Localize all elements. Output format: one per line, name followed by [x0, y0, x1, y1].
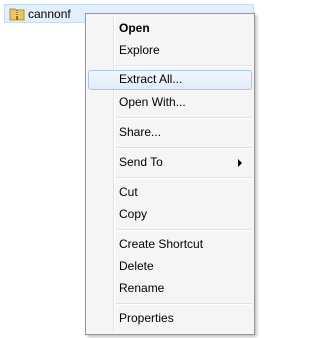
menu-item-open-with[interactable]: Open With... [88, 93, 252, 113]
menu-item-create-shortcut[interactable]: Create Shortcut [88, 235, 252, 255]
menu-separator [116, 147, 252, 149]
menu-item-extract-all[interactable]: Extract All... [88, 70, 252, 90]
menu-item-properties[interactable]: Properties [88, 309, 252, 329]
menu-separator [116, 177, 252, 179]
menu-item-explore[interactable]: Explore [88, 41, 252, 61]
menu-item-label: Copy [119, 207, 148, 221]
context-menu: Open Explore Extract All... Open With...… [85, 13, 255, 335]
menu-item-label: Open [119, 21, 150, 35]
menu-separator [116, 229, 252, 231]
file-name: cannonf [28, 7, 71, 21]
menu-item-label: Rename [119, 281, 165, 295]
zip-folder-icon [9, 7, 25, 21]
menu-item-send-to[interactable]: Send To [88, 153, 252, 173]
menu-item-label: Explore [119, 43, 160, 57]
menu-item-rename[interactable]: Rename [88, 279, 252, 299]
menu-item-label: Properties [119, 311, 174, 325]
menu-separator [116, 303, 252, 305]
menu-separator [116, 117, 252, 119]
menu-item-label: Share... [119, 125, 162, 139]
menu-item-share[interactable]: Share... [88, 123, 252, 143]
menu-item-label: Extract All... [119, 72, 183, 86]
menu-item-open[interactable]: Open [88, 19, 252, 39]
menu-item-label: Open With... [119, 95, 186, 109]
menu-separator [116, 65, 252, 67]
menu-item-delete[interactable]: Delete [88, 257, 252, 277]
menu-item-label: Cut [119, 185, 138, 199]
menu-item-label: Create Shortcut [119, 237, 204, 251]
menu-item-label: Send To [119, 155, 163, 169]
menu-item-copy[interactable]: Copy [88, 205, 252, 225]
submenu-arrow-icon [238, 159, 242, 167]
menu-item-cut[interactable]: Cut [88, 183, 252, 203]
menu-item-label: Delete [119, 259, 154, 273]
